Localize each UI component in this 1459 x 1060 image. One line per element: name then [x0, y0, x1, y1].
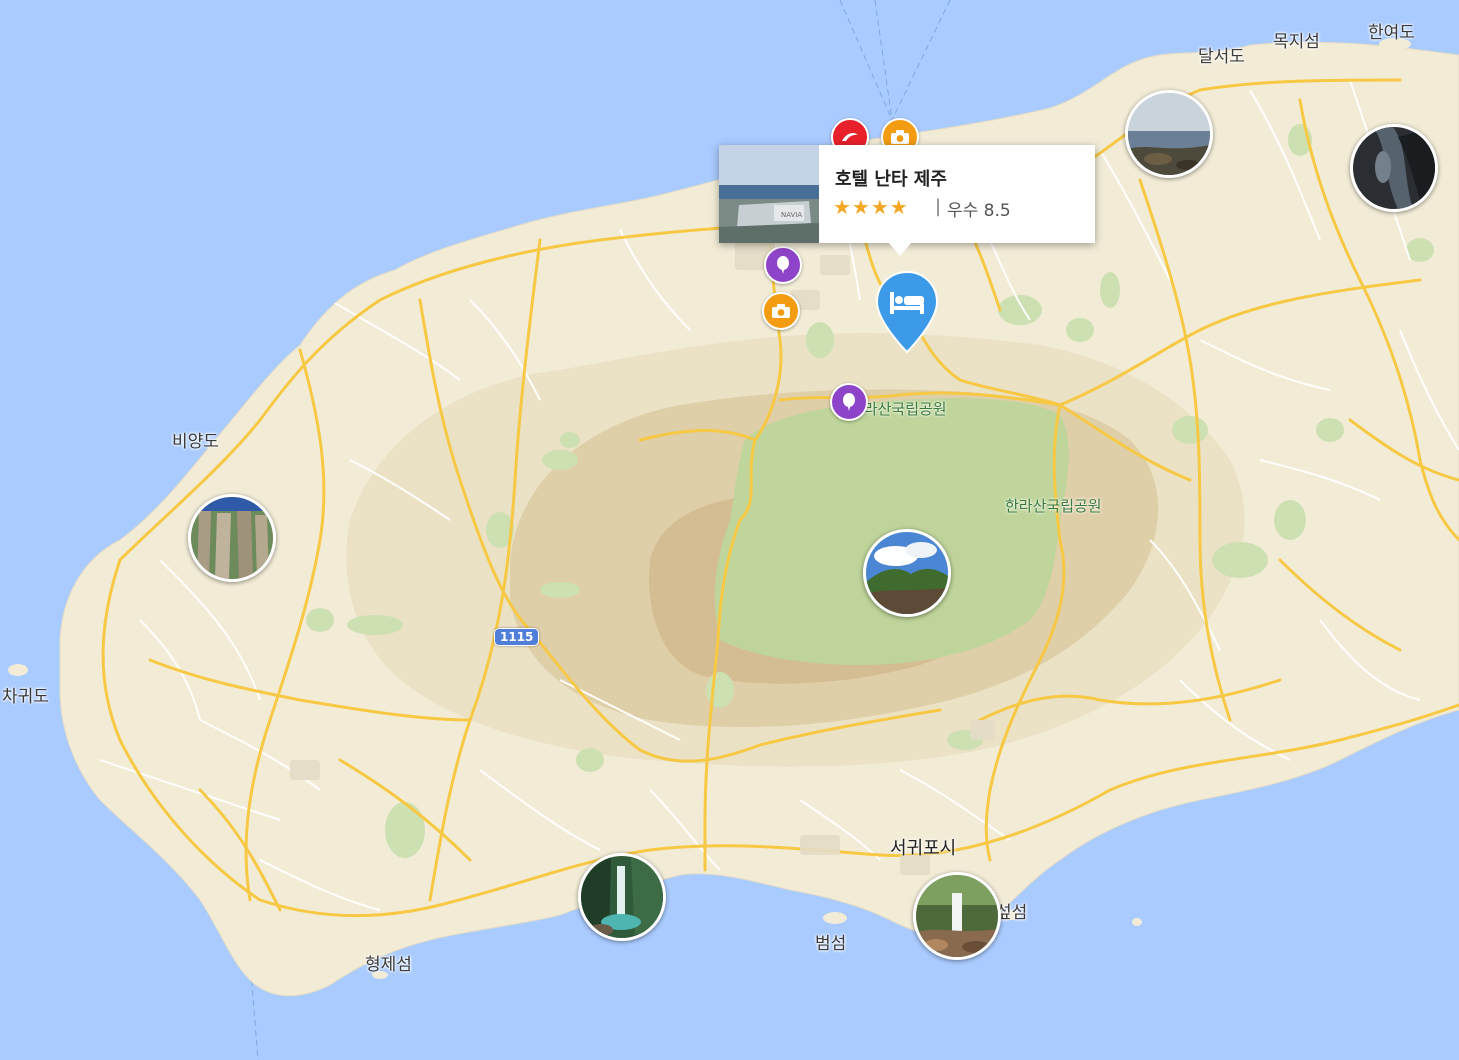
- label-seogwipo: 서귀포시: [890, 838, 957, 859]
- label-hyeongjeseom: 형제섬: [365, 955, 412, 975]
- balloon-icon[interactable]: [830, 383, 868, 421]
- label-dalseodo: 달서도: [1198, 47, 1245, 67]
- label-beomseom: 범섬: [815, 934, 847, 954]
- hallasan-peak-photo[interactable]: [863, 529, 951, 617]
- popup-pointer: [888, 242, 912, 256]
- coast-rocks-photo[interactable]: [1125, 90, 1213, 178]
- review-score: 우수 8.5: [947, 201, 1011, 221]
- cliff-photo[interactable]: [188, 494, 276, 582]
- rating-divider: |: [935, 196, 942, 217]
- label-mokjiseom: 목지섬: [1273, 32, 1320, 52]
- route-shield-1115: 1115: [494, 628, 540, 646]
- camera-icon[interactable]: [762, 292, 800, 330]
- label-chagwido: 차귀도: [2, 687, 49, 707]
- dark-cave-photo[interactable]: [1350, 124, 1438, 212]
- label-hallasan-park-east: 한라산국립공원: [1005, 497, 1102, 515]
- waterfall-west-photo[interactable]: [578, 853, 666, 941]
- svg-text:NAVIA: NAVIA: [781, 211, 802, 219]
- waterfall-seogwipo-photo[interactable]: [913, 872, 1001, 960]
- islet: [1132, 918, 1142, 926]
- label-biyangdo: 비양도: [172, 432, 219, 452]
- chagwido-island: [8, 664, 28, 676]
- beomseom-island: [823, 912, 847, 924]
- hotel-thumbnail[interactable]: NAVIA: [719, 145, 819, 243]
- hotel-popup[interactable]: NAVIA 호텔 난타 제주 ★★★★ | 우수 8.5: [719, 145, 1095, 243]
- star-rating: ★★★★: [833, 195, 909, 219]
- hotel-name[interactable]: 호텔 난타 제주: [835, 165, 947, 191]
- label-hanyeodo: 한여도: [1368, 23, 1415, 43]
- balloon-icon[interactable]: [764, 246, 802, 284]
- hotel-pin-icon[interactable]: [874, 270, 940, 354]
